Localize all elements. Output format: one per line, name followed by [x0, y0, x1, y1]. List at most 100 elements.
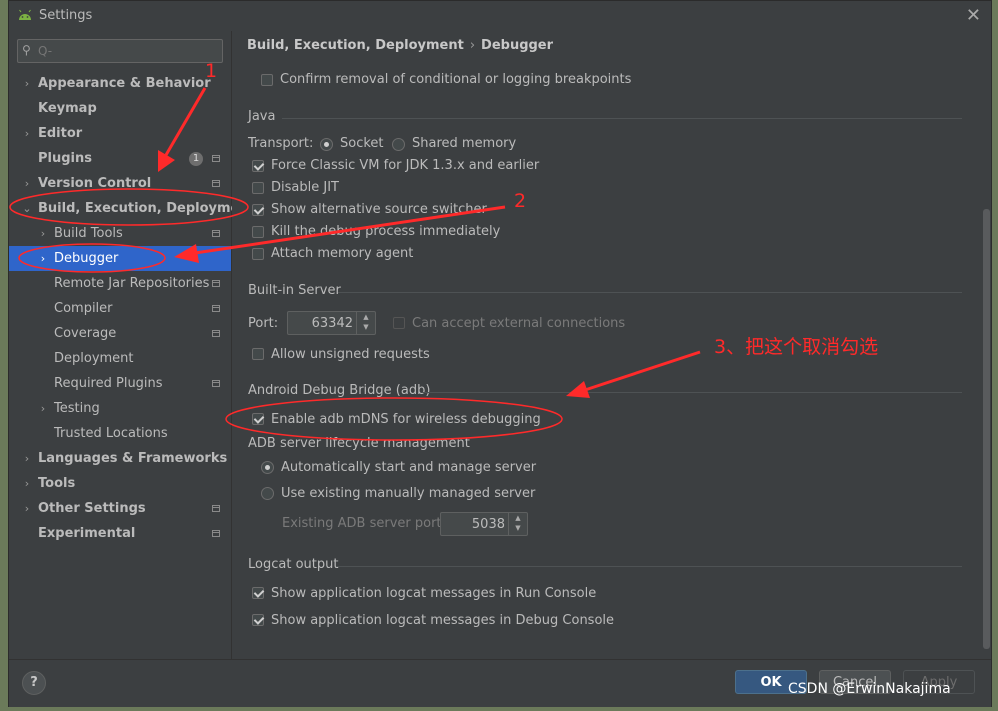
close-icon[interactable]: ✕ [966, 5, 981, 26]
sidebar-item-deployment[interactable]: Deployment [9, 346, 231, 371]
logcat-run-console-checkbox[interactable] [252, 587, 264, 599]
adb-port-value[interactable]: 5038 [472, 517, 505, 532]
sidebar-item-tools[interactable]: › Tools [9, 471, 231, 496]
scrollbar-thumb[interactable] [983, 209, 990, 649]
sidebar-item-compiler[interactable]: Compiler [9, 296, 231, 321]
project-scope-icon [212, 230, 220, 237]
adb-mdns-label: Enable adb mDNS for wireless debugging [271, 412, 541, 427]
existing-server-label: Use existing manually managed server [281, 486, 536, 501]
logcat-run-console-label: Show application logcat messages in Run … [271, 586, 597, 601]
sidebar-item-version-control[interactable]: › Version Control [9, 171, 231, 196]
sidebar-item-label: Compiler [54, 301, 113, 316]
section-divider [336, 566, 962, 567]
update-count-badge: 1 [189, 152, 203, 166]
port-value[interactable]: 63342 [312, 316, 353, 331]
android-icon [19, 9, 31, 20]
sidebar-item-label: Deployment [54, 351, 134, 366]
sidebar-item-required-plugins[interactable]: Required Plugins [9, 371, 231, 396]
sidebar-item-label: Languages & Frameworks [38, 451, 228, 466]
transport-label: Transport: [248, 136, 314, 151]
sidebar-item-languages-frameworks[interactable]: › Languages & Frameworks [9, 446, 231, 471]
project-scope-icon [212, 155, 220, 162]
sidebar-item-editor[interactable]: › Editor [9, 121, 231, 146]
sidebar-item-label: Plugins [38, 151, 92, 166]
sidebar-item-label: Trusted Locations [54, 426, 168, 441]
sidebar-item-label: Build Tools [54, 226, 123, 241]
adb-lifecycle-label: ADB server lifecycle management [248, 436, 470, 451]
sidebar-item-appearance[interactable]: › Appearance & Behavior [9, 71, 231, 96]
chevron-right-icon[interactable]: › [21, 71, 33, 96]
attach-memory-agent-checkbox[interactable] [252, 248, 264, 260]
search-field[interactable]: ⚲ [17, 39, 223, 63]
settings-sidebar: ⚲ › Appearance & Behavior Keymap › Edito… [9, 31, 255, 659]
chevron-down-icon[interactable]: ⌄ [21, 196, 33, 221]
sidebar-item-label: Required Plugins [54, 376, 163, 391]
logcat-debug-console-label: Show application logcat messages in Debu… [271, 613, 615, 628]
sidebar-item-label: Remote Jar Repositories [54, 276, 210, 291]
kill-debug-process-label: Kill the debug process immediately [271, 224, 501, 239]
spinner-arrows-icon[interactable]: ▲ ▼ [508, 513, 527, 535]
project-scope-icon [212, 530, 220, 537]
existing-server-radio[interactable] [261, 487, 274, 500]
auto-manage-server-label: Automatically start and manage server [281, 460, 537, 475]
sidebar-item-remote-jar-repositories[interactable]: Remote Jar Repositories [9, 271, 231, 296]
logcat-section-title: Logcat output [248, 557, 339, 572]
breadcrumb-parent[interactable]: Build, Execution, Deployment [247, 38, 464, 53]
sidebar-item-testing[interactable]: › Testing [9, 396, 231, 421]
project-scope-icon [212, 305, 220, 312]
sidebar-item-label: Debugger [54, 251, 119, 266]
project-scope-icon [212, 505, 220, 512]
adb-section-title: Android Debug Bridge (adb) [248, 383, 431, 398]
sidebar-item-label: Editor [38, 126, 83, 141]
sidebar-item-coverage[interactable]: Coverage [9, 321, 231, 346]
show-alt-source-checkbox[interactable] [252, 204, 264, 216]
logcat-debug-console-checkbox[interactable] [252, 614, 264, 626]
kill-debug-process-checkbox[interactable] [252, 226, 264, 238]
spinner-arrows-icon[interactable]: ▲ ▼ [356, 312, 375, 334]
chevron-right-icon[interactable]: › [37, 246, 49, 271]
confirm-removal-checkbox[interactable] [261, 74, 273, 86]
chevron-right-icon[interactable]: › [21, 446, 33, 471]
annotation-label-2: 2 [514, 190, 527, 212]
sidebar-item-plugins[interactable]: Plugins 1 [9, 146, 231, 171]
auto-manage-server-radio[interactable] [261, 461, 274, 474]
breadcrumb-current: Debugger [481, 38, 554, 53]
disable-jit-checkbox[interactable] [252, 182, 264, 194]
port-label: Port: [248, 316, 279, 331]
sidebar-item-trusted-locations[interactable]: Trusted Locations [9, 421, 231, 446]
sidebar-item-build-execution-deployment[interactable]: ⌄ Build, Execution, Deployment [9, 196, 254, 221]
external-connections-label: Can accept external connections [412, 316, 626, 331]
sidebar-item-build-tools[interactable]: › Build Tools [9, 221, 231, 246]
external-connections-checkbox[interactable] [393, 317, 405, 329]
chevron-right-icon[interactable]: › [21, 471, 33, 496]
chevron-right-icon[interactable]: › [21, 496, 33, 521]
sidebar-item-label: Testing [54, 401, 100, 416]
port-spinner[interactable]: 63342 ▲ ▼ [287, 311, 376, 335]
allow-unsigned-checkbox[interactable] [252, 348, 264, 360]
section-divider [282, 118, 962, 119]
force-classic-vm-label: Force Classic VM for JDK 1.3.x and earli… [271, 158, 540, 173]
shared-memory-label: Shared memory [412, 136, 517, 151]
sidebar-item-label: Build, Execution, Deployment [38, 201, 255, 216]
sidebar-item-experimental[interactable]: Experimental [9, 521, 231, 546]
sidebar-item-other-settings[interactable]: › Other Settings [9, 496, 231, 521]
chevron-right-icon[interactable]: › [37, 396, 49, 421]
sidebar-item-label: Tools [38, 476, 76, 491]
adb-mdns-checkbox[interactable] [252, 413, 264, 425]
force-classic-vm-checkbox[interactable] [252, 160, 264, 172]
chevron-right-icon[interactable]: › [21, 171, 33, 196]
content-scrollbar[interactable] [982, 31, 991, 651]
project-scope-icon [212, 380, 220, 387]
existing-adb-port-label: Existing ADB server port: [282, 516, 446, 531]
socket-radio[interactable] [320, 138, 333, 151]
sidebar-item-debugger[interactable]: › Debugger [9, 246, 231, 271]
chevron-right-icon[interactable]: › [37, 221, 49, 246]
title-bar: Settings ✕ [9, 1, 991, 31]
chevron-right-icon[interactable]: › [21, 121, 33, 146]
adb-port-spinner[interactable]: 5038 ▲ ▼ [440, 512, 528, 536]
help-button[interactable]: ? [22, 671, 46, 695]
search-input[interactable] [36, 41, 220, 61]
sidebar-item-keymap[interactable]: Keymap [9, 96, 231, 121]
shared-memory-radio[interactable] [392, 138, 405, 151]
breadcrumb: Build, Execution, Deployment › Debugger [247, 38, 553, 53]
